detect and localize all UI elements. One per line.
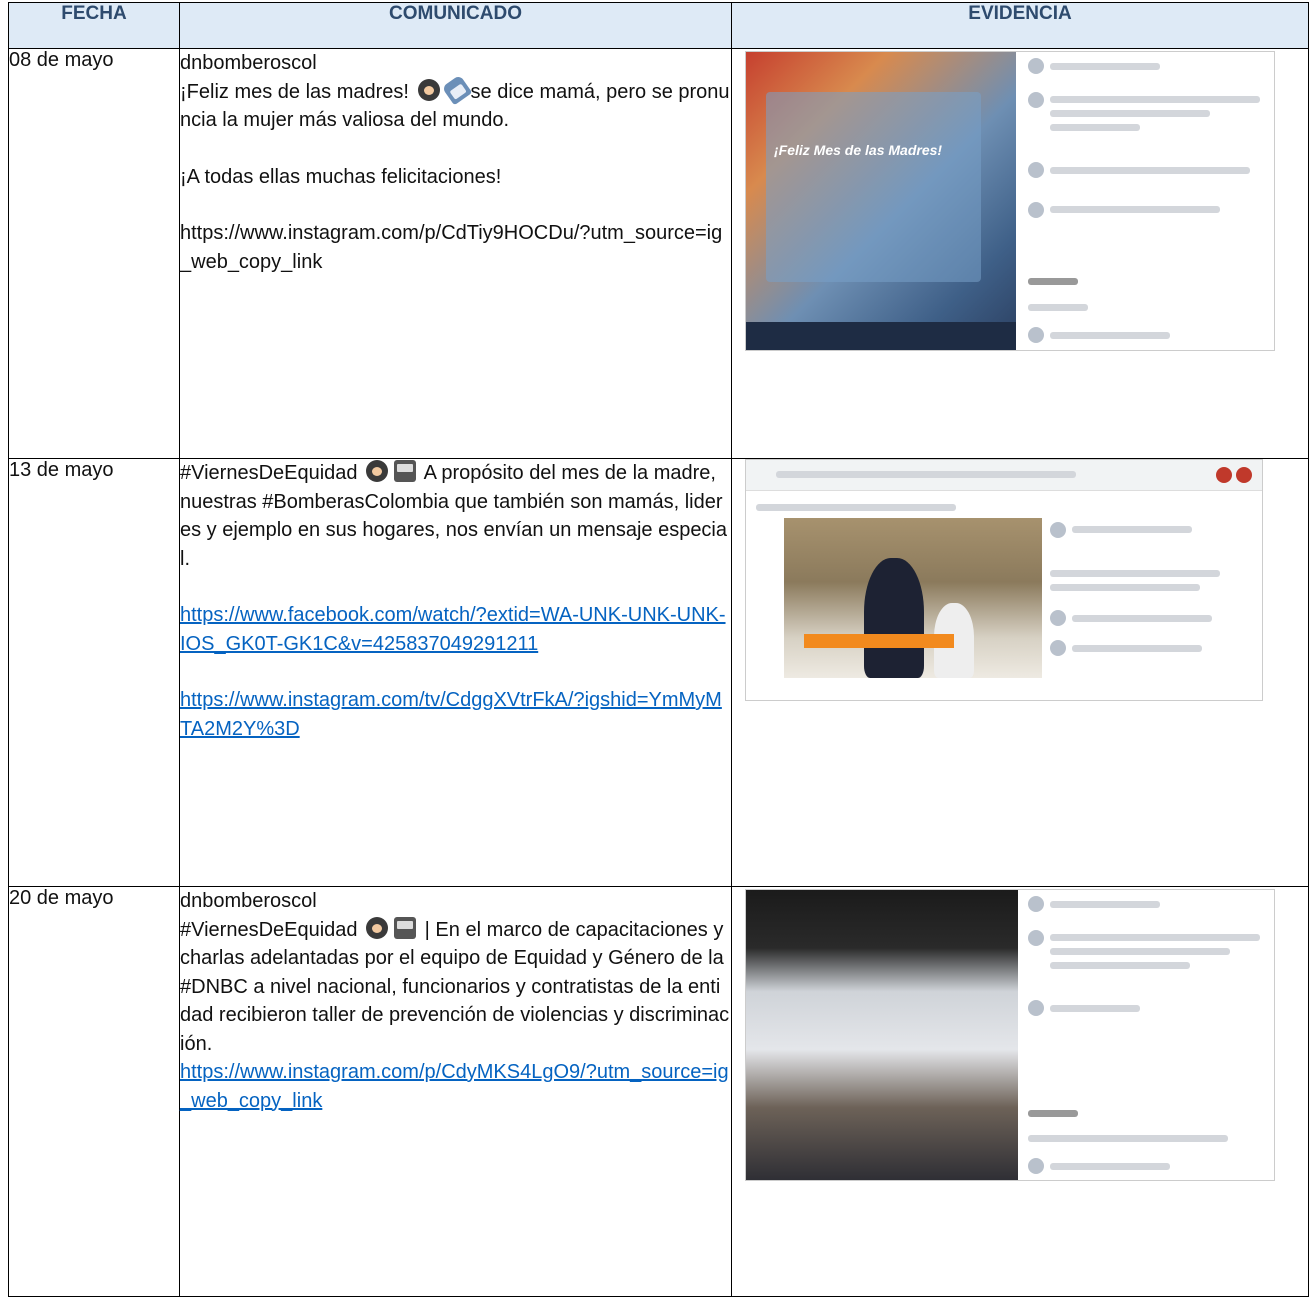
baby-bottle-emoji-icon (441, 74, 472, 105)
message-text-a: #ViernesDeEquidad (180, 462, 358, 484)
header-comunicado: COMUNICADO (179, 2, 732, 49)
message-cell: dnbomberoscol ¡Feliz mes de las madres! … (179, 48, 732, 459)
facebook-link[interactable]: https://www.facebook.com/watch/?extid=WA… (180, 604, 726, 655)
photo-banner-text: ¡Feliz Mes de las Madres! (774, 142, 943, 158)
account-name: dnbomberoscol (180, 52, 317, 74)
fire-engine-emoji-icon (394, 916, 417, 939)
evidence-screenshot (745, 459, 1263, 701)
evidence-cell: ¡Feliz Mes de las Madres! (731, 48, 1309, 459)
table-row: 20 de mayo dnbomberoscol #ViernesDeEquid… (8, 886, 1309, 1297)
date-cell: 20 de mayo (8, 886, 180, 1297)
message-text: #ViernesDeEquidad | En el marco de capac… (180, 916, 731, 1059)
facebook-video (784, 518, 1042, 678)
evidence-cell (731, 886, 1309, 1297)
table-row: 13 de mayo #ViernesDeEquidad A propósito… (8, 458, 1309, 887)
instagram-comments-panel (1022, 890, 1274, 1180)
instagram-link[interactable]: https://www.instagram.com/tv/CdggXVtrFkA… (180, 689, 722, 740)
report-table: FECHA COMUNICADO EVIDENCIA 08 de mayo dn… (8, 2, 1309, 1297)
instagram-link[interactable]: https://www.instagram.com/p/CdyMKS4LgO9/… (180, 1061, 729, 1112)
fire-engine-emoji-icon (394, 460, 417, 482)
message-text: ¡Feliz mes de las madres! se dice mamá, … (180, 74, 731, 135)
post-photo: ¡Feliz Mes de las Madres! (746, 52, 1016, 350)
date-cell: 13 de mayo (8, 458, 180, 887)
evidence-screenshot: ¡Feliz Mes de las Madres! (745, 51, 1275, 351)
message-text-a: #ViernesDeEquidad (180, 918, 358, 941)
header-fecha: FECHA (8, 2, 180, 49)
instagram-comments-panel (1022, 52, 1274, 350)
woman-emoji-icon (417, 78, 440, 101)
message-text-c: ¡A todas ellas muchas felicitaciones! (180, 165, 502, 188)
table-row: 08 de mayo dnbomberoscol ¡Feliz mes de l… (8, 48, 1309, 459)
evidence-screenshot (745, 889, 1275, 1181)
group-photo (746, 890, 1018, 1180)
header-evidencia: EVIDENCIA (731, 2, 1309, 49)
woman-emoji-icon (366, 916, 389, 939)
message-text: #ViernesDeEquidad A propósito del mes de… (180, 459, 731, 573)
woman-emoji-icon (366, 460, 389, 482)
message-text-a: ¡Feliz mes de las madres! (180, 80, 409, 103)
evidence-cell (731, 458, 1309, 887)
header-row: FECHA COMUNICADO EVIDENCIA (8, 2, 1309, 49)
message-cell: #ViernesDeEquidad A propósito del mes de… (179, 458, 732, 887)
account-name: dnbomberoscol (180, 890, 317, 912)
browser-bar (746, 460, 1262, 491)
post-link[interactable]: https://www.instagram.com/p/CdTiy9HOCDu/… (180, 219, 731, 276)
date-cell: 08 de mayo (8, 48, 180, 459)
message-cell: dnbomberoscol #ViernesDeEquidad | En el … (179, 886, 732, 1297)
